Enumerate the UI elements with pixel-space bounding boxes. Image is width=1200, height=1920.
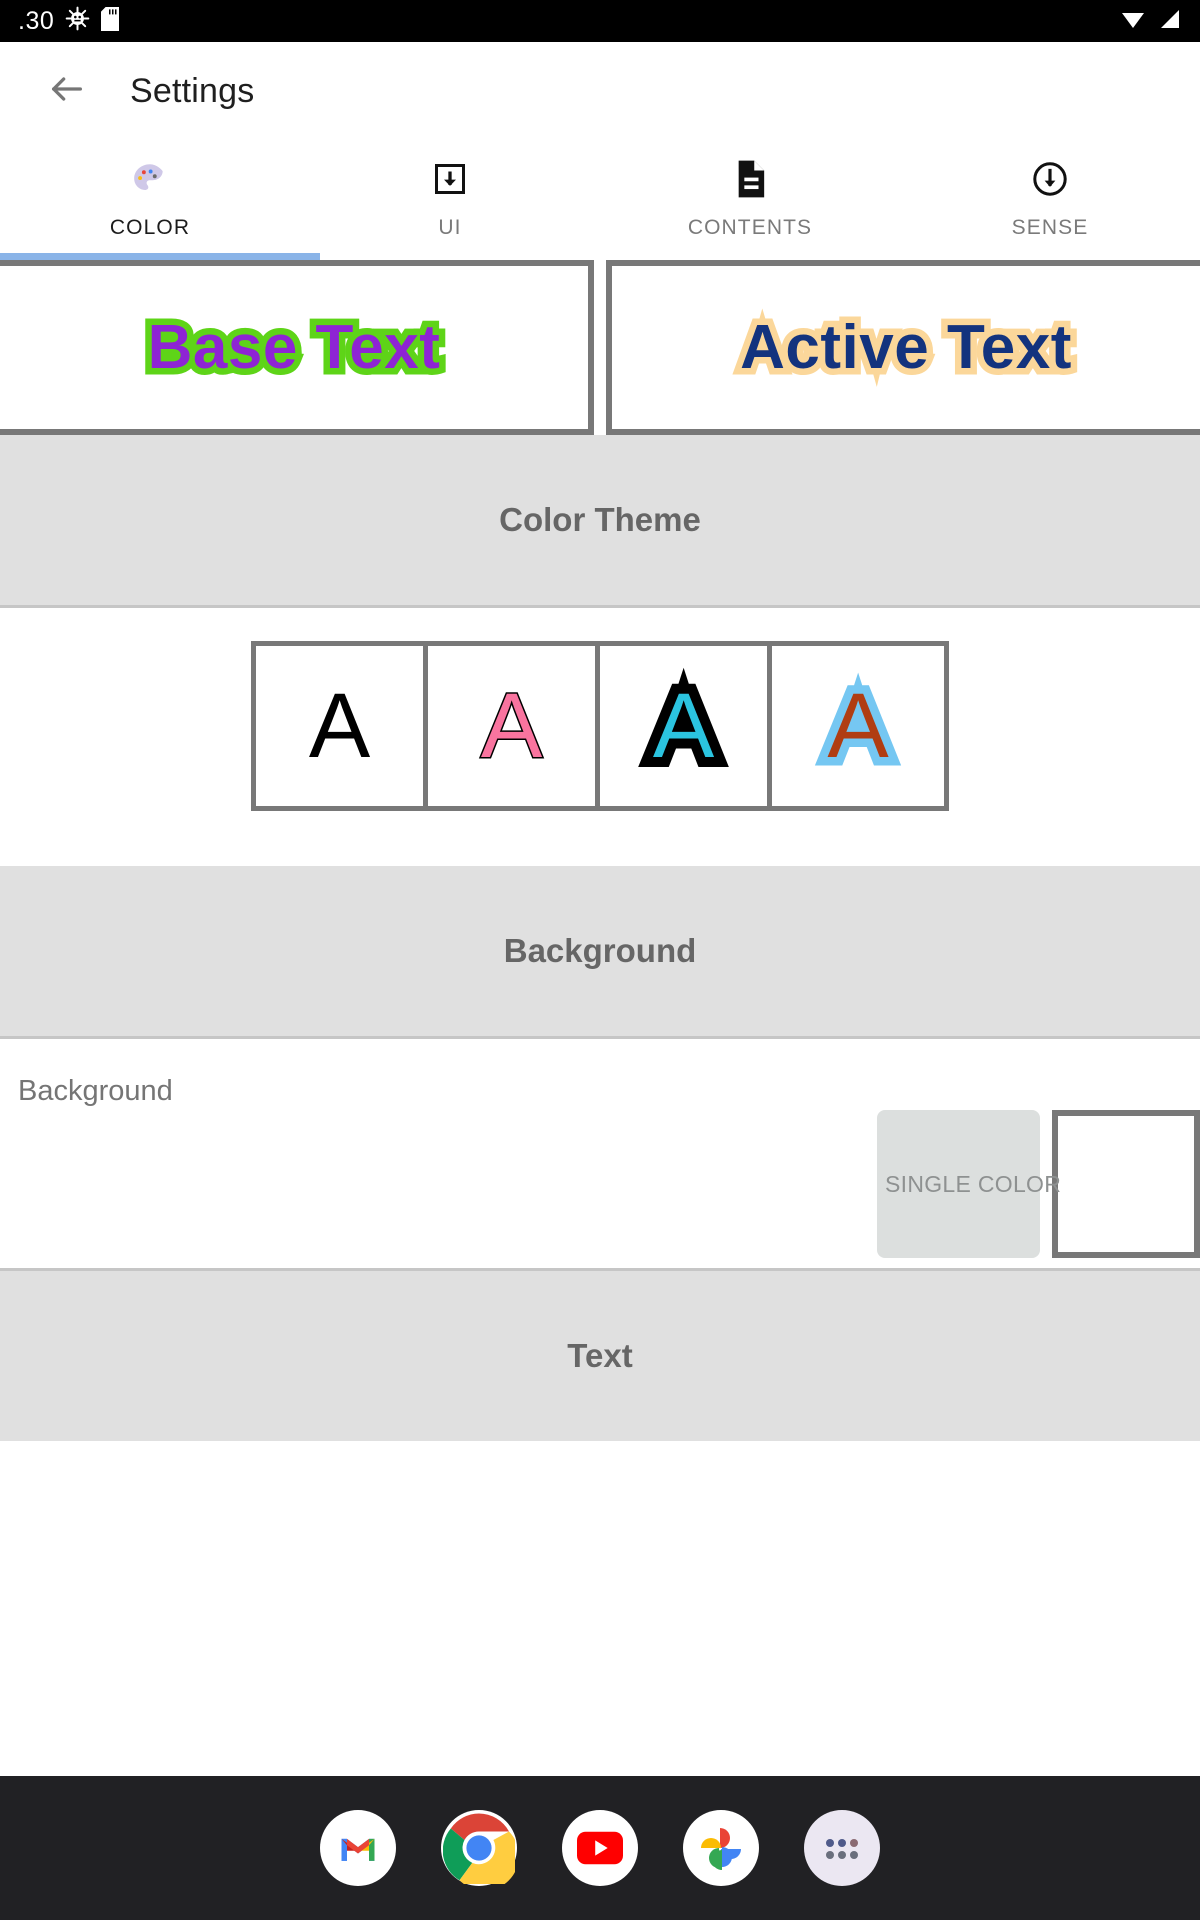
settings-screen: .30 Settings COLOR UI CONTENTS SENSE Bas… [0,0,1200,1920]
youtube-icon[interactable] [562,1810,638,1886]
status-clock: .30 [18,6,55,35]
page-title: Settings [130,71,255,110]
tab-sense[interactable]: SENSE [900,140,1200,260]
tab-label-color: COLOR [109,216,191,239]
tab-label-ui: UI [438,216,462,239]
android-bug-icon [65,6,90,36]
theme-glyph-1: A [479,675,543,777]
theme-swatch-3[interactable]: A [772,646,944,806]
background-setting-row: Background SINGLE COLOR [0,1039,1200,1268]
preview-row: Base Text Active Text [0,260,1200,435]
signal-icon [1156,7,1182,36]
wifi-icon [1120,7,1146,36]
back-button[interactable] [44,68,90,114]
section-title-text: Text [567,1337,633,1374]
tab-label-sense: SENSE [1011,216,1089,239]
single-color-button[interactable]: SINGLE COLOR [877,1110,1061,1258]
section-header-color-theme: Color Theme [0,435,1200,605]
theme-glyph-2: A [643,670,724,782]
background-setting-label: Background [18,1075,173,1107]
theme-swatch-1[interactable]: A [428,646,600,806]
download-box-icon [432,158,468,200]
tab-ui[interactable]: UI [300,140,600,260]
document-icon [733,158,767,200]
palette-icon [131,158,169,200]
base-text-sample: Base Text [141,307,446,389]
theme-swatch-2[interactable]: A [600,646,772,806]
background-color-swatch[interactable] [1052,1110,1200,1258]
section-header-text: Text [0,1271,1200,1441]
active-tab-indicator [0,253,320,260]
theme-glyph-0: A [308,675,371,777]
active-text-sample: Active Text [734,307,1078,389]
active-text-preview[interactable]: Active Text [606,260,1200,435]
chrome-icon[interactable] [441,1810,517,1886]
base-text-preview[interactable]: Base Text [0,260,594,435]
status-bar-right [1120,7,1182,36]
section-title-color-theme: Color Theme [499,501,701,538]
tab-label-contents: CONTENTS [687,216,813,239]
color-theme-swatch-row: A A A A [0,608,1200,866]
single-color-label: SINGLE COLOR [885,1170,1062,1197]
section-header-background: Background [0,866,1200,1036]
background-setting-controls: SINGLE COLOR [0,1108,1200,1268]
theme-glyph-3: A [819,672,897,781]
tab-contents[interactable]: CONTENTS [600,140,900,260]
theme-swatch-0[interactable]: A [256,646,428,806]
google-photos-icon[interactable] [683,1810,759,1886]
tab-color[interactable]: COLOR [0,140,300,260]
status-bar: .30 [0,0,1200,42]
status-bar-left: .30 [18,6,120,36]
app-drawer-icon[interactable] [804,1810,880,1886]
circle-down-arrow-icon [1031,158,1069,200]
sd-card-icon [101,6,120,36]
bottom-dock [0,1772,1200,1920]
theme-strip: A A A A [251,641,949,811]
section-title-background: Background [503,932,697,969]
back-arrow-icon [47,69,87,114]
gmail-icon[interactable] [320,1810,396,1886]
app-bar: Settings [0,42,1200,140]
tab-bar: COLOR UI CONTENTS SENSE [0,140,1200,260]
